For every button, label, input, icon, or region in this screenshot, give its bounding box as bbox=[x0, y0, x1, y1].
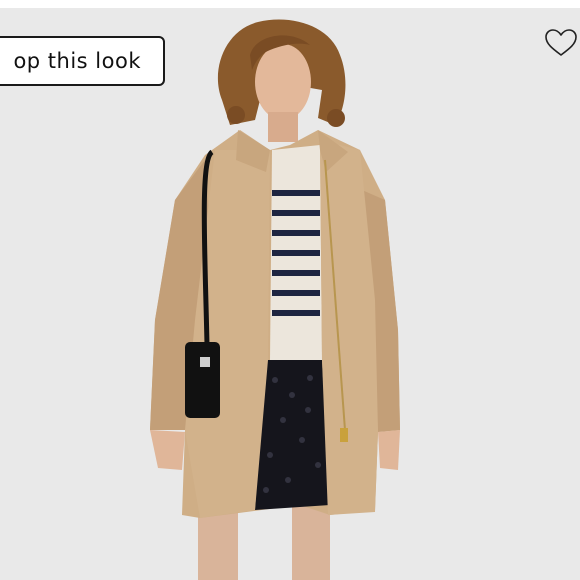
product-photo bbox=[0, 0, 580, 580]
shop-this-look-label: op this look bbox=[13, 49, 141, 73]
zipper-pull bbox=[340, 428, 348, 442]
model-leg-right bbox=[292, 505, 330, 580]
shoulder-bag bbox=[185, 342, 220, 418]
product-image-viewer: op this look bbox=[0, 0, 580, 580]
shop-this-look-button[interactable]: op this look bbox=[0, 36, 165, 86]
model-face bbox=[255, 44, 311, 120]
heart-outline-icon[interactable] bbox=[544, 28, 578, 58]
